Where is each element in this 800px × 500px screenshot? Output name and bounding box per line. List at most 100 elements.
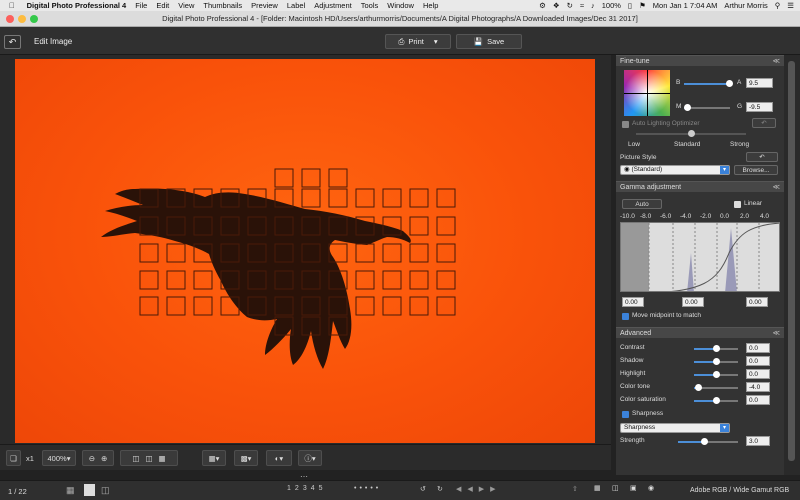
gamma-auto-button[interactable]: Auto <box>622 199 662 209</box>
minimize-window-button[interactable] <box>18 15 26 23</box>
linear-checkbox[interactable] <box>734 201 741 208</box>
zoom-out-icon[interactable]: ⊖ <box>89 454 95 463</box>
zoom-select[interactable]: 400% ▾ <box>42 450 76 466</box>
menu-label[interactable]: Label <box>287 1 305 10</box>
list-icon[interactable]: ☰ <box>787 1 794 10</box>
image-viewer[interactable] <box>0 55 611 444</box>
crop-icon[interactable]: ◫ <box>132 454 139 463</box>
browse-button[interactable]: Browse... <box>734 165 778 175</box>
close-window-button[interactable] <box>6 15 14 23</box>
rating-buttons: 1 2 3 4 5 <box>287 485 323 492</box>
adv-slider-0[interactable] <box>694 345 738 352</box>
layout-icon[interactable]: ◫ <box>612 484 619 492</box>
volume-icon[interactable]: ♪ <box>591 1 595 10</box>
scrollbar-thumb[interactable] <box>788 61 795 461</box>
midpoint-checkbox[interactable] <box>622 313 629 320</box>
print-button[interactable]: ⎙ Print ▾ <box>385 34 451 49</box>
sync-icon[interactable]: ↻ <box>567 1 573 10</box>
advanced-header[interactable]: Advanced ≪ <box>616 327 784 338</box>
menu-help[interactable]: Help <box>423 1 438 10</box>
star-rating[interactable]: ••••• <box>354 485 381 492</box>
adv-slider-3[interactable] <box>694 384 738 391</box>
gamma-header[interactable]: Gamma adjustment ≪ <box>616 181 784 192</box>
rotate-left-icon[interactable]: ↺ <box>420 485 426 493</box>
crop-tool-icon[interactable]: ▣ <box>630 484 637 492</box>
gamma-histogram[interactable] <box>620 222 780 292</box>
menu-adjustment[interactable]: Adjustment <box>314 1 352 10</box>
menu-file[interactable]: File <box>135 1 147 10</box>
rating-4[interactable]: 4 <box>311 485 315 492</box>
alo-reset-button[interactable]: ↶ <box>752 118 776 128</box>
grid-view-button[interactable]: ▦▾ <box>202 450 226 466</box>
adv-slider-2[interactable] <box>694 371 738 378</box>
zoom-window-button[interactable] <box>30 15 38 23</box>
menu-thumbnails[interactable]: Thumbnails <box>203 1 242 10</box>
rating-5[interactable]: 5 <box>319 485 323 492</box>
user-name[interactable]: Arthur Morris <box>724 1 767 10</box>
adv-slider-1[interactable] <box>694 358 738 365</box>
thumbnail-grid-icon[interactable]: ▦ <box>66 485 75 496</box>
color-wheel[interactable] <box>624 70 670 116</box>
finetune-header[interactable]: Fine-tune ≪ <box>616 55 784 66</box>
info-button[interactable]: ⓘ▾ <box>298 450 322 466</box>
rating-1[interactable]: 1 <box>287 485 291 492</box>
picture-style-value: (Standard) <box>631 166 663 173</box>
a-value[interactable]: 9.5 <box>746 78 773 88</box>
menu-preview[interactable]: Preview <box>251 1 278 10</box>
gear-icon[interactable]: ⚙ <box>539 1 546 10</box>
gamma-white-value[interactable]: 0.00 <box>746 297 768 307</box>
wifi-icon[interactable]: ≈ <box>580 1 584 10</box>
export-icon[interactable]: ⇧ <box>572 485 578 493</box>
adv-value-3[interactable]: -4.0 <box>746 382 770 392</box>
rating-3[interactable]: 3 <box>303 485 307 492</box>
menu-app-name[interactable]: Digital Photo Professional 4 <box>27 1 127 10</box>
grid-overlay-icon[interactable]: ▦ <box>159 454 166 463</box>
adv-slider-4[interactable] <box>694 397 738 404</box>
g-value[interactable]: -9.5 <box>746 102 773 112</box>
dropbox-icon[interactable]: ❖ <box>553 1 560 10</box>
rating-2[interactable]: 2 <box>295 485 299 492</box>
panel-scrollbar[interactable] <box>784 55 800 475</box>
rotate-right-icon[interactable]: ↻ <box>437 485 443 493</box>
mg-slider[interactable] <box>684 104 730 111</box>
single-view-icon[interactable] <box>84 484 95 496</box>
zoom-factor[interactable]: x1 <box>26 454 34 463</box>
apple-icon[interactable]:  <box>9 1 15 10</box>
back-button[interactable]: ↶ <box>4 35 21 49</box>
nav-arrows[interactable]: ◀◀▶▶ <box>456 485 502 493</box>
sharpness-checkbox[interactable] <box>622 411 629 418</box>
menu-view[interactable]: View <box>178 1 194 10</box>
compare-icon[interactable]: ◫ <box>145 454 152 463</box>
menu-edit[interactable]: Edit <box>156 1 169 10</box>
zoom-in-icon[interactable]: ⊕ <box>101 454 107 463</box>
af-point-button[interactable]: ▩▾ <box>234 450 258 466</box>
picture-style-select[interactable]: ◉ (Standard) ▾ <box>620 165 730 175</box>
gamma-black-value[interactable]: 0.00 <box>622 297 644 307</box>
photo-preview[interactable] <box>15 59 595 443</box>
battery-icon[interactable]: ▯ <box>628 1 632 10</box>
menu-tools[interactable]: Tools <box>361 1 379 10</box>
gamma-mid-value[interactable]: 0.00 <box>682 297 704 307</box>
adv-value-2[interactable]: 0.0 <box>746 369 770 379</box>
adv-value-1[interactable]: 0.0 <box>746 356 770 366</box>
search-icon[interactable]: ⚲ <box>775 1 781 10</box>
fit-screen-button[interactable]: ❏ <box>6 450 21 466</box>
collapse-thumbnails-handle[interactable]: ⋯ <box>300 472 308 481</box>
save-button[interactable]: 💾 Save <box>456 34 522 49</box>
ba-slider[interactable] <box>684 80 733 87</box>
picture-style-reset-button[interactable]: ↶ <box>746 152 778 162</box>
alo-strength-slider[interactable] <box>636 130 746 137</box>
adv-value-0[interactable]: 0.0 <box>746 343 770 353</box>
camera-icon[interactable]: ◉ <box>648 484 654 492</box>
sharpness-select[interactable]: Sharpness ▾ <box>620 423 730 433</box>
edit-tool-icon[interactable]: ▦ <box>594 484 601 492</box>
adv-value-4[interactable]: 0.0 <box>746 395 770 405</box>
clock[interactable]: Mon Jan 1 7:04 AM <box>653 1 718 10</box>
menu-window[interactable]: Window <box>387 1 414 10</box>
strength-value[interactable]: 3.0 <box>746 436 770 446</box>
filmstrip-icon[interactable]: ◫ <box>101 485 110 496</box>
strength-slider[interactable] <box>678 438 738 445</box>
highlight-warning-button[interactable]: ◐▾ <box>266 450 292 466</box>
flag-icon[interactable]: ⚑ <box>639 1 646 10</box>
alo-checkbox[interactable] <box>622 121 629 128</box>
